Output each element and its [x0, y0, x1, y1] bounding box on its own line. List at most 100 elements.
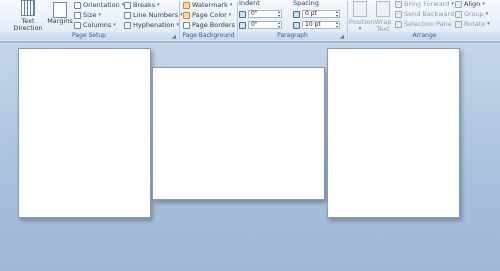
- chevron-down-icon: ▾: [157, 2, 160, 8]
- size-icon: [74, 11, 81, 19]
- align-button[interactable]: Align ▾: [455, 0, 485, 9]
- spacing-after-spinner[interactable]: 10 pt ▴ ▾: [302, 21, 340, 29]
- group-button[interactable]: Group ▾: [455, 9, 488, 19]
- chevron-down-icon: ▾: [451, 1, 454, 7]
- orientation-label: Orientation: [83, 1, 120, 9]
- breaks-button[interactable]: Breaks ▾: [124, 0, 160, 10]
- paragraph-group: Indent 0" ▴ ▾ 0" ▴ ▾ Spacing 0 pt ▴ ▾ 10…: [239, 0, 346, 41]
- orientation-button[interactable]: Orientation ▾: [74, 0, 124, 10]
- orientation-icon: [74, 1, 81, 9]
- page-color-button[interactable]: Page Color ▾: [183, 10, 231, 20]
- hyphenation-icon: [124, 21, 131, 29]
- watermark-button[interactable]: Watermark ▾: [183, 0, 232, 10]
- text-direction-icon: [21, 0, 35, 16]
- paragraph-group-label: Paragraph: [239, 32, 346, 40]
- line-numbers-icon: [124, 11, 131, 19]
- margins-label: Margins: [47, 17, 73, 25]
- send-backward-button[interactable]: Send Backward ▾: [395, 9, 459, 19]
- indent-right-row: 0" ▴ ▾: [239, 20, 282, 30]
- columns-icon: [74, 21, 81, 29]
- page-landscape[interactable]: [152, 67, 325, 200]
- spinner-arrows-icon[interactable]: ▴ ▾: [278, 21, 280, 29]
- document-workspace[interactable]: [0, 43, 500, 271]
- indent-label: Indent: [239, 0, 260, 7]
- send-backward-label: Send Backward: [404, 10, 455, 18]
- wrap-text-icon: [376, 1, 390, 17]
- spacing-after-value: 10 pt: [305, 21, 321, 28]
- page-portrait-1[interactable]: [18, 48, 151, 218]
- hyphenation-label: Hyphenation: [133, 21, 175, 29]
- page-color-label: Page Color: [192, 11, 227, 19]
- spacing-before-row: 0 pt ▴ ▾: [293, 9, 340, 19]
- arrange-group-label: Arrange: [349, 32, 500, 40]
- group-icon: [455, 10, 462, 18]
- spacing-after-icon: [293, 21, 300, 29]
- page-borders-label: Page Borders: [192, 21, 235, 29]
- rotate-icon: [455, 20, 462, 28]
- page-background-group: Watermark ▾ Page Color ▾ Page Borders Pa…: [181, 0, 236, 41]
- chevron-down-icon: ▾: [228, 12, 232, 18]
- send-backward-icon: [395, 10, 402, 18]
- page-borders-button[interactable]: Page Borders: [183, 20, 235, 30]
- page-borders-icon: [183, 21, 190, 29]
- line-numbers-button[interactable]: Line Numbers ▾: [124, 10, 183, 20]
- spacing-before-value: 0 pt: [305, 10, 317, 17]
- size-button[interactable]: Size ▾: [74, 10, 101, 20]
- page-setup-group: Text Direction Margins Orientation ▾ Siz…: [0, 0, 183, 41]
- spacing-heading: Spacing: [293, 0, 319, 8]
- chevron-down-icon: ▾: [482, 1, 485, 7]
- spinner-arrows-icon[interactable]: ▴ ▾: [336, 10, 338, 18]
- align-label: Align: [464, 0, 481, 8]
- chevron-down-icon: ▾: [487, 21, 490, 27]
- spinner-arrows-icon[interactable]: ▴ ▾: [336, 21, 338, 29]
- hyphenation-button[interactable]: Hyphenation ▾: [124, 20, 179, 30]
- dialog-launcher-icon[interactable]: ◢: [340, 34, 344, 40]
- indent-left-icon: [239, 10, 246, 18]
- position-icon: [353, 1, 367, 17]
- arrange-group: Position ▾ Wrap Text Bring Forward ▾ Sen…: [349, 0, 500, 41]
- group-label: Group: [464, 10, 484, 18]
- ribbon: Text Direction Margins Orientation ▾ Siz…: [0, 0, 500, 42]
- watermark-icon: [183, 1, 190, 9]
- text-direction-button[interactable]: Text Direction: [10, 0, 46, 32]
- indent-left-value: 0": [251, 10, 258, 17]
- wrap-text-label: Wrap Text: [374, 18, 392, 33]
- selection-pane-icon: [395, 20, 402, 28]
- spacing-label: Spacing: [293, 0, 319, 7]
- page-setup-group-label: Page Setup: [0, 32, 178, 40]
- align-icon: [455, 0, 462, 8]
- columns-button[interactable]: Columns ▾: [74, 20, 116, 30]
- indent-right-value: 0": [251, 21, 258, 28]
- columns-label: Columns: [83, 21, 112, 29]
- page-color-icon: [183, 11, 190, 19]
- wrap-text-button[interactable]: Wrap Text: [373, 0, 393, 33]
- text-direction-label: Text Direction: [13, 17, 43, 32]
- breaks-icon: [124, 1, 131, 9]
- indent-right-spinner[interactable]: 0" ▴ ▾: [248, 21, 282, 29]
- chevron-down-icon: ▾: [113, 22, 116, 28]
- position-label: Position: [349, 18, 375, 26]
- position-button[interactable]: Position ▾: [349, 0, 375, 33]
- chevron-down-icon: ▾: [485, 11, 489, 17]
- margins-icon: [53, 2, 67, 18]
- page-background-group-label: Page Background: [181, 32, 236, 40]
- dialog-launcher-icon[interactable]: ◢: [172, 34, 176, 40]
- spinner-arrows-icon[interactable]: ▴ ▾: [278, 10, 280, 18]
- group-separator: [347, 1, 348, 40]
- margins-button[interactable]: Margins: [47, 0, 73, 25]
- spacing-before-spinner[interactable]: 0 pt ▴ ▾: [302, 10, 340, 18]
- size-label: Size: [83, 11, 97, 19]
- group-separator: [179, 1, 180, 40]
- bring-forward-icon: [395, 0, 402, 8]
- page-portrait-2[interactable]: [327, 48, 460, 218]
- indent-heading: Indent: [239, 0, 260, 8]
- selection-pane-button[interactable]: Selection Pane: [395, 19, 452, 29]
- bring-forward-label: Bring Forward: [404, 0, 450, 8]
- indent-left-spinner[interactable]: 0" ▴ ▾: [248, 10, 282, 18]
- spacing-before-icon: [293, 10, 300, 18]
- chevron-down-icon: ▾: [98, 12, 101, 18]
- rotate-button[interactable]: Rotate ▾: [455, 19, 490, 29]
- spacing-after-row: 10 pt ▴ ▾: [293, 20, 340, 30]
- bring-forward-button[interactable]: Bring Forward ▾: [395, 0, 454, 9]
- group-separator: [237, 1, 238, 40]
